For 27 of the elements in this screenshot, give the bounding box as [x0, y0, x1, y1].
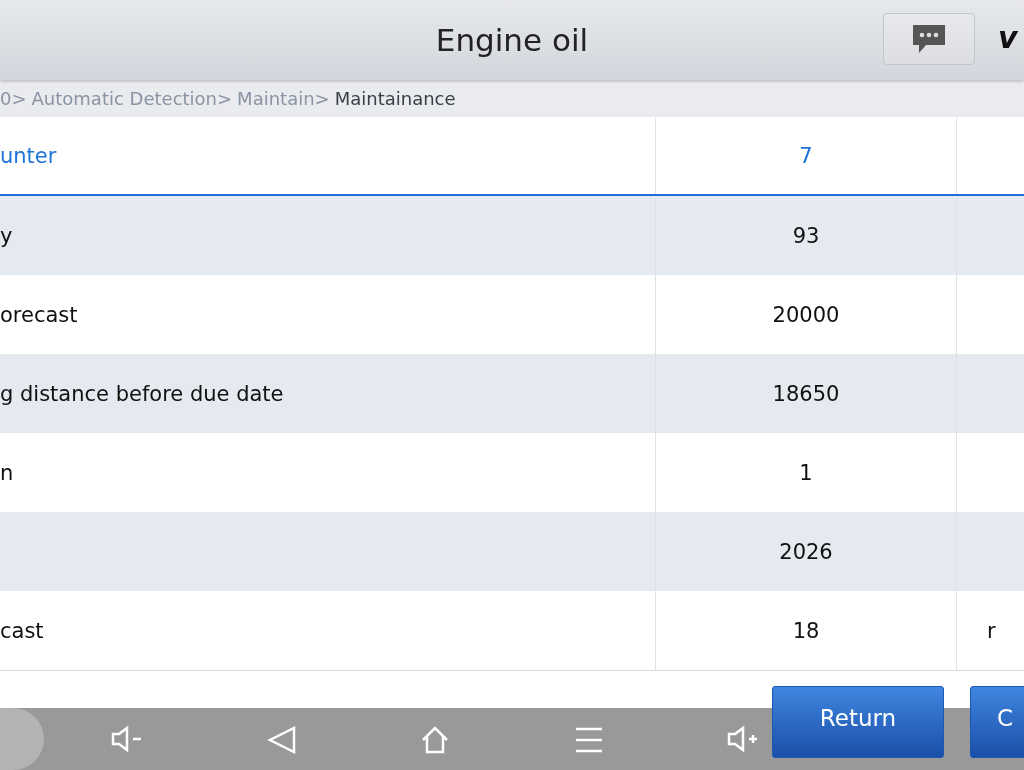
chat-bubble-icon: [910, 23, 948, 55]
message-button[interactable]: [883, 13, 975, 65]
table-cell: cast: [0, 618, 44, 643]
table-cell: orecast: [0, 302, 78, 327]
back-icon[interactable]: [266, 725, 298, 755]
table-cell: n: [0, 460, 14, 485]
table-cell: 18650: [772, 381, 840, 406]
breadcrumb-item[interactable]: Automatic Detection>: [31, 88, 233, 109]
home-icon[interactable]: [420, 725, 450, 755]
table-cell: 20000: [772, 302, 840, 327]
table-cell: 18: [792, 618, 820, 643]
table-cell: 7: [799, 143, 813, 168]
breadcrumb-item[interactable]: 0>: [0, 88, 27, 109]
window-title: Engine oil: [435, 22, 589, 58]
table-cell: r: [987, 618, 996, 643]
breadcrumb-item[interactable]: Maintain>: [237, 88, 330, 109]
action-button[interactable]: Return: [772, 686, 944, 758]
table-cell: 2026: [779, 539, 833, 564]
table-cell: y: [0, 223, 13, 248]
table-cell: g distance before due date: [0, 381, 284, 406]
breadcrumb-item: Maintainance: [334, 88, 456, 109]
action-button[interactable]: C: [970, 686, 1024, 758]
table-cell: unter: [0, 143, 57, 168]
logo-text: v: [998, 20, 1018, 55]
menu-icon[interactable]: [574, 725, 604, 755]
table-cell: 1: [799, 460, 813, 485]
table-cell: 93: [792, 223, 820, 248]
